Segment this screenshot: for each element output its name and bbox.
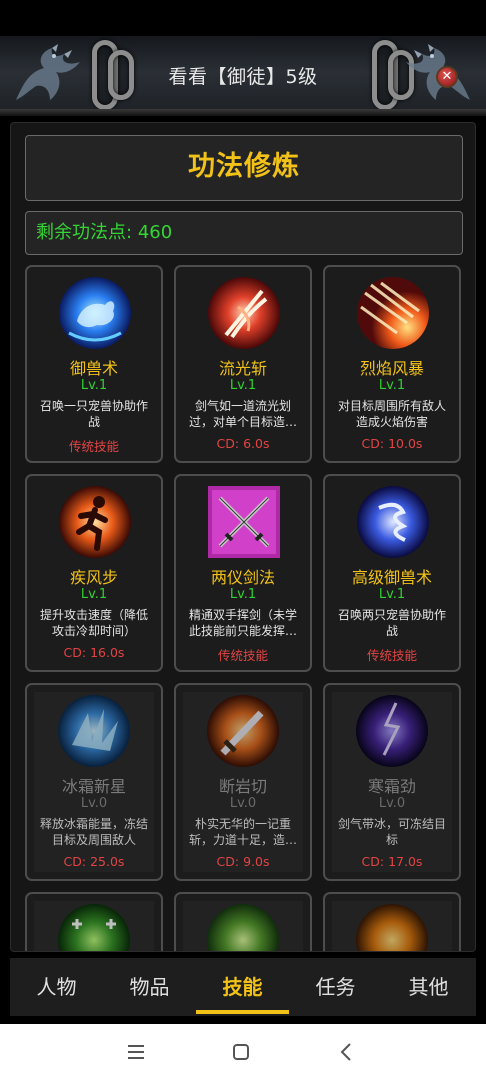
skill-level: Lv.0 — [378, 796, 406, 811]
skill-card[interactable]: 御兽术 Lv.1 召唤一只宠兽协助作战传统技能 — [25, 265, 163, 463]
skill-card[interactable]: 烈焰风暴 Lv.1 对目标周围所有敌人造成火焰伤害 CD: 10.0s — [323, 265, 461, 463]
skill-card-body: 断岩切 Lv.0 朴实无华的一记重斩，力道十足，造… CD: 9.0s — [183, 692, 303, 872]
status-bar — [0, 0, 486, 36]
skill-description: 召唤一只宠兽协助作战 — [39, 399, 148, 429]
skill-card-body — [183, 901, 303, 951]
broad-sword-icon — [207, 695, 279, 767]
skill-description: 提升攻击速度（降低攻击冷却时间） — [39, 608, 148, 638]
frost-lightning-icon — [356, 695, 428, 767]
skill-level: Lv.0 — [229, 796, 257, 811]
running-man-icon — [59, 486, 131, 558]
skill-description: 剑气带冰，可冻结目标 — [337, 817, 446, 847]
skill-name: 断岩切 — [218, 777, 267, 796]
skill-level: Lv.1 — [80, 587, 108, 602]
tab-character[interactable]: 人物 — [10, 958, 103, 1016]
skill-cooldown-tag: 传统技能 — [366, 648, 417, 663]
skill-card-body: 御兽术 Lv.1 召唤一只宠兽协助作战传统技能 — [27, 267, 161, 461]
skill-cooldown-tag: CD: 10.0s — [361, 436, 423, 451]
skill-description: 对目标周围所有敌人造成火焰伤害 — [337, 399, 446, 429]
skill-cooldown-tag: CD: 6.0s — [216, 436, 270, 451]
skill-level: Lv.1 — [378, 587, 406, 602]
skills-panel: 功法修炼 剩余功法点: 460 御兽术 Lv.1 召唤一只宠兽协助作战 传统技能 流光斩… — [10, 122, 476, 952]
skill-name: 冰霜新星 — [61, 777, 126, 796]
skill-cooldown-tag: CD: 25.0s — [63, 854, 125, 869]
skill-description: 剑气如一道流光划过，对单个目标造… — [188, 399, 297, 429]
skill-card-body: 两仪剑法 Lv.1 精通双手挥剑（未学此技能前只能发挥… 传统技能 — [176, 476, 310, 670]
skill-name: 疾风步 — [69, 568, 118, 587]
skill-card[interactable]: 疾风步 Lv.1 提升攻击速度（降低攻击冷却时间） CD: 16.0s — [25, 474, 163, 672]
remaining-points: 剩余功法点: 460 — [25, 211, 463, 255]
skill-card[interactable] — [323, 892, 461, 951]
skill-card-body — [332, 901, 452, 951]
tab-other[interactable]: 其他 — [382, 958, 475, 1016]
skill-card[interactable]: 两仪剑法 Lv.1 精通双手挥剑（未学此技能前只能发挥… 传统技能 — [174, 474, 312, 672]
skill-card[interactable] — [174, 892, 312, 951]
blue-dragon-orb-icon — [357, 486, 429, 558]
system-nav-bar — [0, 1024, 486, 1080]
skill-level: Lv.1 — [229, 587, 257, 602]
back-icon[interactable] — [326, 1034, 366, 1070]
skill-level: Lv.1 — [378, 378, 406, 393]
skill-name: 烈焰风暴 — [359, 359, 424, 378]
skill-card-body: 冰霜新星 Lv.0 释放冰霜能量，冻结目标及周围敌人 CD: 25.0s — [34, 692, 154, 872]
menu-icon[interactable] — [116, 1034, 156, 1070]
skill-name: 高级御兽术 — [351, 568, 432, 587]
red-slash-icon — [208, 277, 280, 349]
green-aura-icon — [207, 904, 279, 951]
skill-cooldown-tag: CD: 17.0s — [361, 854, 423, 869]
skill-level: Lv.0 — [80, 796, 108, 811]
skill-description: 朴实无华的一记重斩，力道十足，造… — [188, 817, 297, 847]
skill-card[interactable] — [25, 892, 163, 951]
skill-card-body: 烈焰风暴 Lv.1 对目标周围所有敌人造成火焰伤害 CD: 10.0s — [325, 267, 459, 461]
skill-card-body: 高级御兽术 Lv.1 召唤两只宠兽协助作战传统技能 — [325, 476, 459, 670]
close-icon[interactable]: ✕ — [436, 66, 458, 88]
section-title: 功法修炼 — [25, 135, 463, 201]
skill-level: Lv.1 — [229, 378, 257, 393]
bottom-tab-bar: 人物 物品 技能 任务 其他 — [10, 958, 476, 1016]
skill-card-body — [34, 901, 154, 951]
skill-card[interactable]: 寒霜劲 Lv.0 剑气带冰，可冻结目标 CD: 17.0s — [323, 683, 461, 881]
blue-beast-orb-icon — [59, 277, 131, 349]
points-label: 剩余功法点: — [36, 222, 133, 243]
crossed-swords-icon — [208, 486, 280, 558]
skill-description: 精通双手挥剑（未学此技能前只能发挥… — [188, 608, 297, 638]
skill-description: 召唤两只宠兽协助作战 — [337, 608, 446, 638]
tab-skills[interactable]: 技能 — [196, 958, 289, 1016]
skill-name: 御兽术 — [69, 359, 118, 378]
skill-card-body: 疾风步 Lv.1 提升攻击速度（降低攻击冷却时间） CD: 16.0s — [27, 476, 161, 670]
skill-card-body: 流光斩 Lv.1 剑气如一道流光划过，对单个目标造… CD: 6.0s — [176, 267, 310, 461]
skill-level: Lv.1 — [80, 378, 108, 393]
skill-card[interactable]: 冰霜新星 Lv.0 释放冰霜能量，冻结目标及周围敌人 CD: 25.0s — [25, 683, 163, 881]
heal-cross-icon — [58, 904, 130, 951]
skill-card[interactable]: 高级御兽术 Lv.1 召唤两只宠兽协助作战传统技能 — [323, 474, 461, 672]
window-header: 看看【御徒】5级 — [0, 36, 486, 116]
skill-card-body: 寒霜劲 Lv.0 剑气带冰，可冻结目标 CD: 17.0s — [332, 692, 452, 872]
skill-description: 释放冰霜能量，冻结目标及周围敌人 — [39, 817, 148, 847]
points-value: 460 — [137, 222, 173, 243]
skill-name: 流光斩 — [218, 359, 267, 378]
home-icon[interactable] — [221, 1034, 261, 1070]
skill-cooldown-tag: 传统技能 — [68, 439, 119, 454]
skill-card[interactable]: 断岩切 Lv.0 朴实无华的一记重斩，力道十足，造… CD: 9.0s — [174, 683, 312, 881]
skill-cooldown-tag: CD: 9.0s — [216, 854, 270, 869]
fire-axe-icon — [356, 904, 428, 951]
skill-name: 两仪剑法 — [210, 568, 275, 587]
tab-items[interactable]: 物品 — [103, 958, 196, 1016]
skill-cooldown-tag: CD: 16.0s — [63, 645, 125, 660]
tab-quests[interactable]: 任务 — [289, 958, 382, 1016]
skill-name: 寒霜劲 — [367, 777, 416, 796]
skill-cooldown-tag: 传统技能 — [217, 648, 268, 663]
fire-meteor-icon — [357, 277, 429, 349]
skill-card[interactable]: 流光斩 Lv.1 剑气如一道流光划过，对单个目标造… CD: 6.0s — [174, 265, 312, 463]
ice-shards-icon — [58, 695, 130, 767]
